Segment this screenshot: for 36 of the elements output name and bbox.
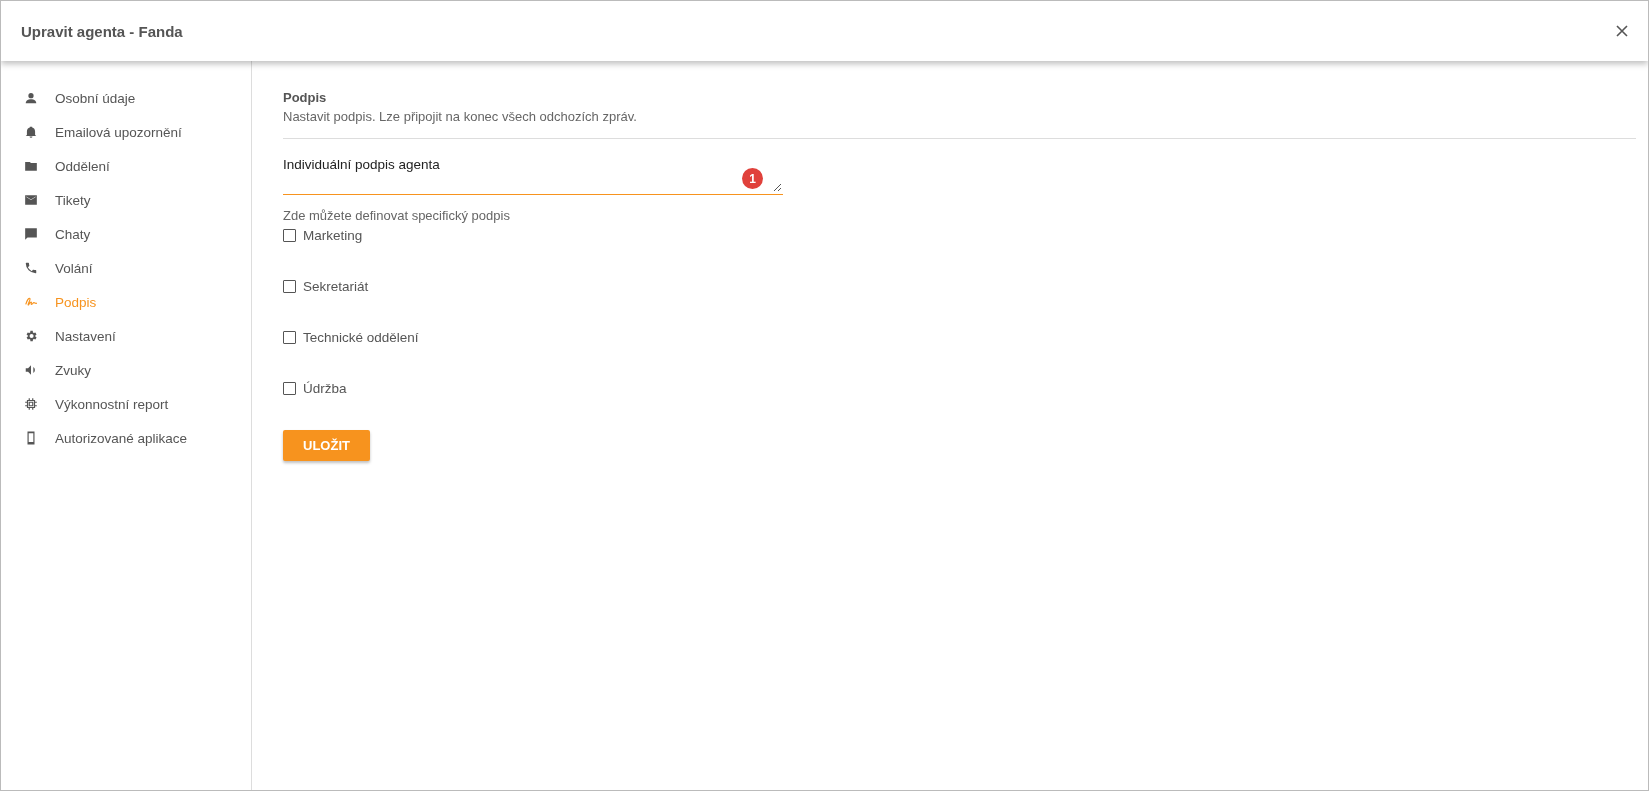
sidebar-item[interactable]: Tikety xyxy=(1,183,251,217)
checkbox[interactable] xyxy=(283,280,296,293)
resize-handle-icon[interactable] xyxy=(773,183,782,192)
checkbox-label: Sekretariát xyxy=(303,279,369,294)
speaker-icon xyxy=(24,363,38,377)
sidebar-item[interactable]: Nastavení xyxy=(1,319,251,353)
helper-text: Zde můžete definovat specifický podpis xyxy=(283,208,511,223)
sidebar-item[interactable]: Zvuky xyxy=(1,353,251,387)
envelope-icon xyxy=(24,193,38,207)
checkbox[interactable] xyxy=(283,331,296,344)
sidebar-item[interactable]: Volání xyxy=(1,251,251,285)
sidebar-item[interactable]: Autorizované aplikace xyxy=(1,421,251,455)
sidebar-item[interactable]: Výkonnostní report xyxy=(1,387,251,421)
chat-bubble-icon xyxy=(24,227,38,241)
chip-icon xyxy=(24,397,38,411)
window-title: Upravit agenta - Fanda xyxy=(21,22,183,40)
bell-icon xyxy=(24,125,38,139)
sidebar-item[interactable]: Osobní údaje xyxy=(1,81,251,115)
settings-icon xyxy=(24,329,38,343)
sidebar-item[interactable]: Chaty xyxy=(1,217,251,251)
phone-icon xyxy=(24,261,38,275)
checkbox-label: Údržba xyxy=(303,381,347,396)
signature-field[interactable]: Individuální podpis agenta 1 xyxy=(283,157,783,195)
checkbox-label: Technické oddělení xyxy=(303,330,419,345)
folder-icon xyxy=(24,159,38,173)
section-title: Podpis xyxy=(283,90,328,105)
close-icon xyxy=(1616,25,1628,37)
checkbox-label: Marketing xyxy=(303,228,363,243)
notification-badge: 1 xyxy=(742,168,763,189)
section-description: Nastavit podpis. Lze připojit na konec všech odchozích zpráv. xyxy=(283,109,638,124)
checkbox[interactable] xyxy=(283,382,296,395)
sidebar-item[interactable]: Emailová upozornění xyxy=(1,115,251,149)
checkbox[interactable] xyxy=(283,229,296,242)
sidebar-item[interactable]: Oddělení xyxy=(1,149,251,183)
person-icon xyxy=(24,91,38,105)
signature-icon xyxy=(24,295,38,309)
